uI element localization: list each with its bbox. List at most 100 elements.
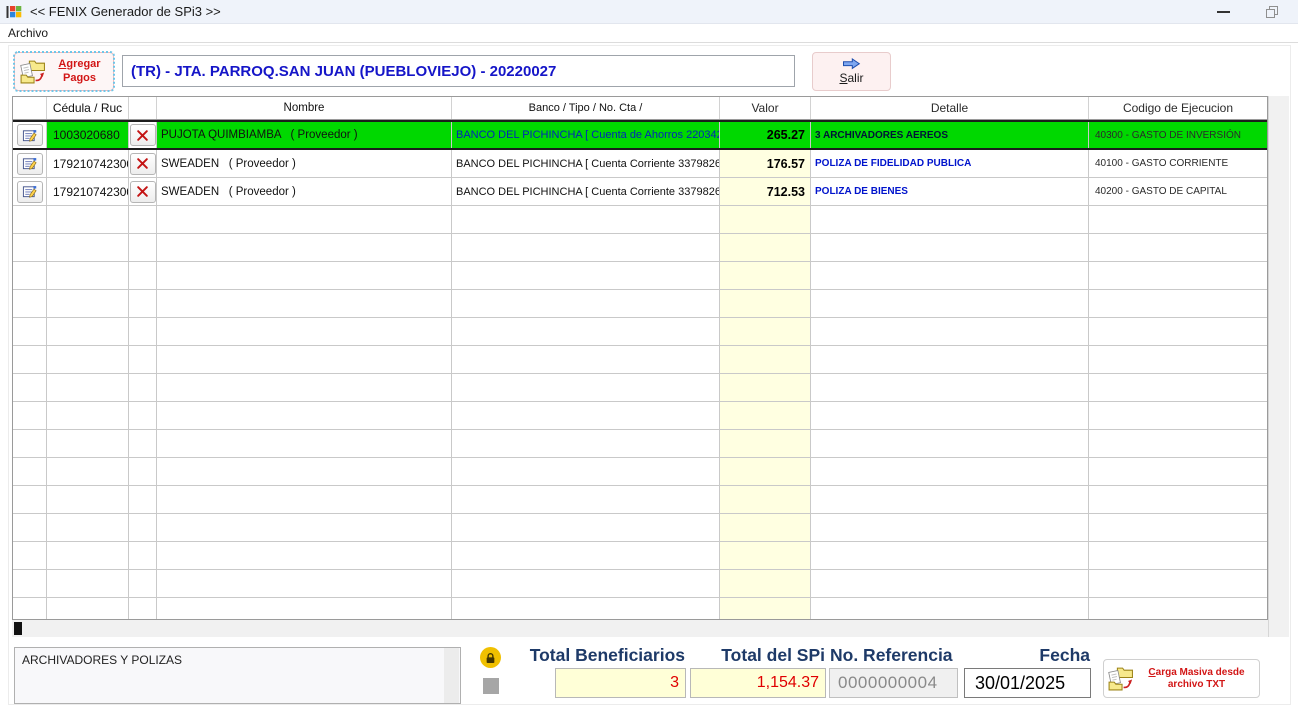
table-row[interactable] [13, 430, 1267, 458]
table-row[interactable] [13, 290, 1267, 318]
table-row[interactable] [13, 346, 1267, 374]
menu-archivo[interactable]: Archivo [0, 24, 56, 42]
detalle-cell [811, 542, 1089, 569]
nombre-cell [157, 262, 452, 289]
banco-cell [452, 598, 720, 619]
banco-cell [452, 206, 720, 233]
fecha-field[interactable] [964, 668, 1091, 698]
detalle-cell [811, 598, 1089, 619]
horizontal-scrollbar-thumb[interactable] [14, 622, 22, 635]
horizontal-scrollbar[interactable] [12, 620, 1268, 637]
cedula-cell [47, 374, 129, 401]
codigo-cell [1089, 318, 1267, 345]
table-row[interactable] [13, 514, 1267, 542]
valor-cell [720, 430, 811, 457]
edit-cell [13, 542, 47, 569]
codigo-cell [1089, 570, 1267, 597]
table-row[interactable]: 1792107423001 SWEADEN ( Proveedor ) BANC… [13, 178, 1267, 206]
salir-button[interactable]: Salir [812, 52, 891, 91]
titlebar: << FENIX Generador de SPi3 >> [0, 0, 1298, 24]
codigo-cell [1089, 262, 1267, 289]
table-row[interactable] [13, 458, 1267, 486]
total-spi-field [690, 668, 826, 698]
edit-row-button[interactable] [16, 124, 43, 146]
edit-cell [13, 430, 47, 457]
red-x-icon [137, 158, 148, 169]
edit-cell [13, 262, 47, 289]
table-row[interactable] [13, 542, 1267, 570]
valor-cell [720, 346, 811, 373]
delete-cell [129, 402, 157, 429]
edit-row-button[interactable] [16, 152, 43, 175]
nombre-cell [157, 430, 452, 457]
detalle-cell: POLIZA DE FIDELIDAD PUBLICA [811, 150, 1089, 177]
cedula-cell [47, 458, 129, 485]
detalle-textarea[interactable]: ARCHIVADORES Y POLIZAS [14, 647, 461, 704]
table-row[interactable] [13, 318, 1267, 346]
banco-cell [452, 486, 720, 513]
table-row[interactable] [13, 374, 1267, 402]
form-edit-icon [22, 157, 37, 170]
minimize-button[interactable] [1200, 0, 1246, 24]
codigo-cell [1089, 514, 1267, 541]
restore-button[interactable] [1252, 0, 1292, 24]
edit-cell [13, 206, 47, 233]
valor-cell [720, 542, 811, 569]
banco-cell [452, 542, 720, 569]
no-referencia-field [829, 668, 958, 698]
valor-cell [720, 402, 811, 429]
edit-cell [13, 318, 47, 345]
delete-row-button[interactable] [129, 152, 156, 175]
window-title: << FENIX Generador de SPi3 >> [30, 4, 221, 19]
table-row[interactable] [13, 402, 1267, 430]
nombre-cell: PUJOTA QUIMBIAMBA ( Proveedor ) [157, 122, 452, 148]
detalle-textarea-scrollbar[interactable] [444, 648, 459, 703]
table-row[interactable]: 1792107423001 SWEADEN ( Proveedor ) BANC… [13, 150, 1267, 178]
valor-cell [720, 290, 811, 317]
table-row[interactable] [13, 486, 1267, 514]
cedula-cell [47, 514, 129, 541]
agregar-pagos-button[interactable]: Agregar Pagos [13, 51, 115, 92]
cedula-cell [47, 486, 129, 513]
banco-cell [452, 234, 720, 261]
delete-row-button[interactable] [129, 180, 156, 203]
edit-cell [13, 346, 47, 373]
delete-row-button[interactable] [129, 124, 156, 146]
valor-cell [720, 486, 811, 513]
status-square [483, 678, 499, 694]
codigo-cell [1089, 542, 1267, 569]
banco-cell: BANCO DEL PICHINCHA [ Cuenta Corriente 3… [452, 178, 720, 205]
nombre-cell [157, 402, 452, 429]
form-edit-icon [22, 185, 37, 198]
nombre-cell [157, 514, 452, 541]
cedula-cell [47, 598, 129, 619]
edit-cell [13, 486, 47, 513]
detalle-cell [811, 346, 1089, 373]
nombre-cell [157, 318, 452, 345]
valor-cell [720, 598, 811, 619]
table-row[interactable] [13, 206, 1267, 234]
header-edit-col [13, 97, 47, 119]
edit-cell [13, 122, 47, 148]
codigo-cell [1089, 234, 1267, 261]
delete-cell [129, 374, 157, 401]
table-row[interactable] [13, 598, 1267, 619]
table-header: Cédula / Ruc Nombre Banco / Tipo / No. C… [13, 97, 1267, 120]
edit-cell [13, 514, 47, 541]
detalle-cell [811, 318, 1089, 345]
form-edit-icon [22, 129, 37, 142]
valor-cell [720, 262, 811, 289]
codigo-cell [1089, 458, 1267, 485]
red-x-icon [137, 129, 148, 141]
vertical-scrollbar[interactable] [1268, 96, 1289, 637]
table-row[interactable] [13, 234, 1267, 262]
table-row[interactable] [13, 570, 1267, 598]
table-row[interactable]: 1003020680 PUJOTA QUIMBIAMBA ( Proveedor… [13, 120, 1267, 150]
entity-input[interactable] [122, 55, 795, 87]
delete-cell [129, 542, 157, 569]
nombre-cell [157, 458, 452, 485]
banco-cell [452, 458, 720, 485]
edit-row-button[interactable] [16, 180, 43, 203]
table-row[interactable] [13, 262, 1267, 290]
carga-masiva-button[interactable]: Carga Masiva desde archivo TXT [1103, 659, 1260, 698]
